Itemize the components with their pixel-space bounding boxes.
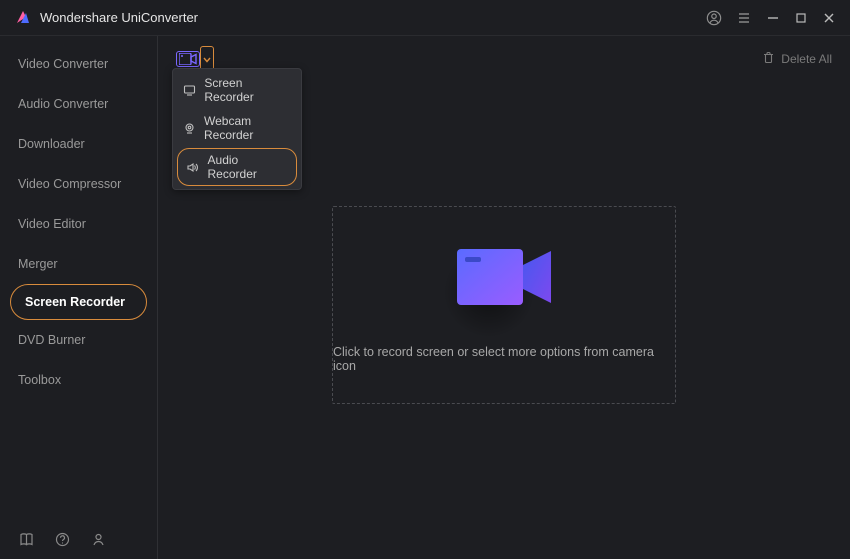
maximize-button[interactable] <box>794 11 808 25</box>
sidebar-item-merger[interactable]: Merger <box>0 244 157 284</box>
speaker-icon <box>186 160 200 174</box>
menu-item-screen-recorder[interactable]: Screen Recorder <box>173 71 301 109</box>
recorder-dropdown-menu: Screen Recorder Webcam Recorder Audio Re… <box>172 68 302 190</box>
menu-item-label: Audio Recorder <box>208 153 288 181</box>
titlebar-left: Wondershare UniConverter <box>14 9 198 27</box>
sidebar-bottom <box>0 519 157 559</box>
camera-launcher-button[interactable] <box>176 51 200 67</box>
titlebar-right <box>706 10 836 26</box>
delete-all-button[interactable]: Delete All <box>762 51 832 67</box>
trash-icon <box>762 51 775 67</box>
menu-item-label: Screen Recorder <box>204 76 291 104</box>
app-logo-icon <box>14 9 32 27</box>
user-icon[interactable] <box>90 531 106 547</box>
content-toolbar: Delete All Screen Recorder Webcam Record… <box>158 36 850 78</box>
help-icon[interactable] <box>54 531 70 547</box>
main: Video Converter Audio Converter Download… <box>0 36 850 559</box>
sidebar: Video Converter Audio Converter Download… <box>0 36 158 559</box>
sidebar-item-dvd-burner[interactable]: DVD Burner <box>0 320 157 360</box>
monitor-icon <box>183 83 196 97</box>
camera-hero-icon <box>444 237 564 317</box>
titlebar: Wondershare UniConverter <box>0 0 850 36</box>
sidebar-item-audio-converter[interactable]: Audio Converter <box>0 84 157 124</box>
webcam-icon <box>183 121 196 135</box>
sidebar-item-video-converter[interactable]: Video Converter <box>0 44 157 84</box>
drop-area-text: Click to record screen or select more op… <box>333 345 675 373</box>
sidebar-item-video-compressor[interactable]: Video Compressor <box>0 164 157 204</box>
minimize-button[interactable] <box>766 11 780 25</box>
sidebar-item-video-editor[interactable]: Video Editor <box>0 204 157 244</box>
sidebar-item-screen-recorder[interactable]: Screen Recorder <box>10 284 147 320</box>
close-button[interactable] <box>822 11 836 25</box>
sidebar-items: Video Converter Audio Converter Download… <box>0 36 157 519</box>
guide-icon[interactable] <box>18 531 34 547</box>
menu-item-label: Webcam Recorder <box>204 114 291 142</box>
sidebar-item-toolbox[interactable]: Toolbox <box>0 360 157 400</box>
delete-all-label: Delete All <box>781 52 832 66</box>
record-drop-area[interactable]: Click to record screen or select more op… <box>332 206 676 404</box>
app-title: Wondershare UniConverter <box>40 10 198 25</box>
account-icon[interactable] <box>706 10 722 26</box>
menu-icon[interactable] <box>736 10 752 26</box>
sidebar-item-downloader[interactable]: Downloader <box>0 124 157 164</box>
menu-item-webcam-recorder[interactable]: Webcam Recorder <box>173 109 301 147</box>
menu-item-audio-recorder[interactable]: Audio Recorder <box>177 148 297 186</box>
content: Delete All Screen Recorder Webcam Record… <box>158 36 850 559</box>
